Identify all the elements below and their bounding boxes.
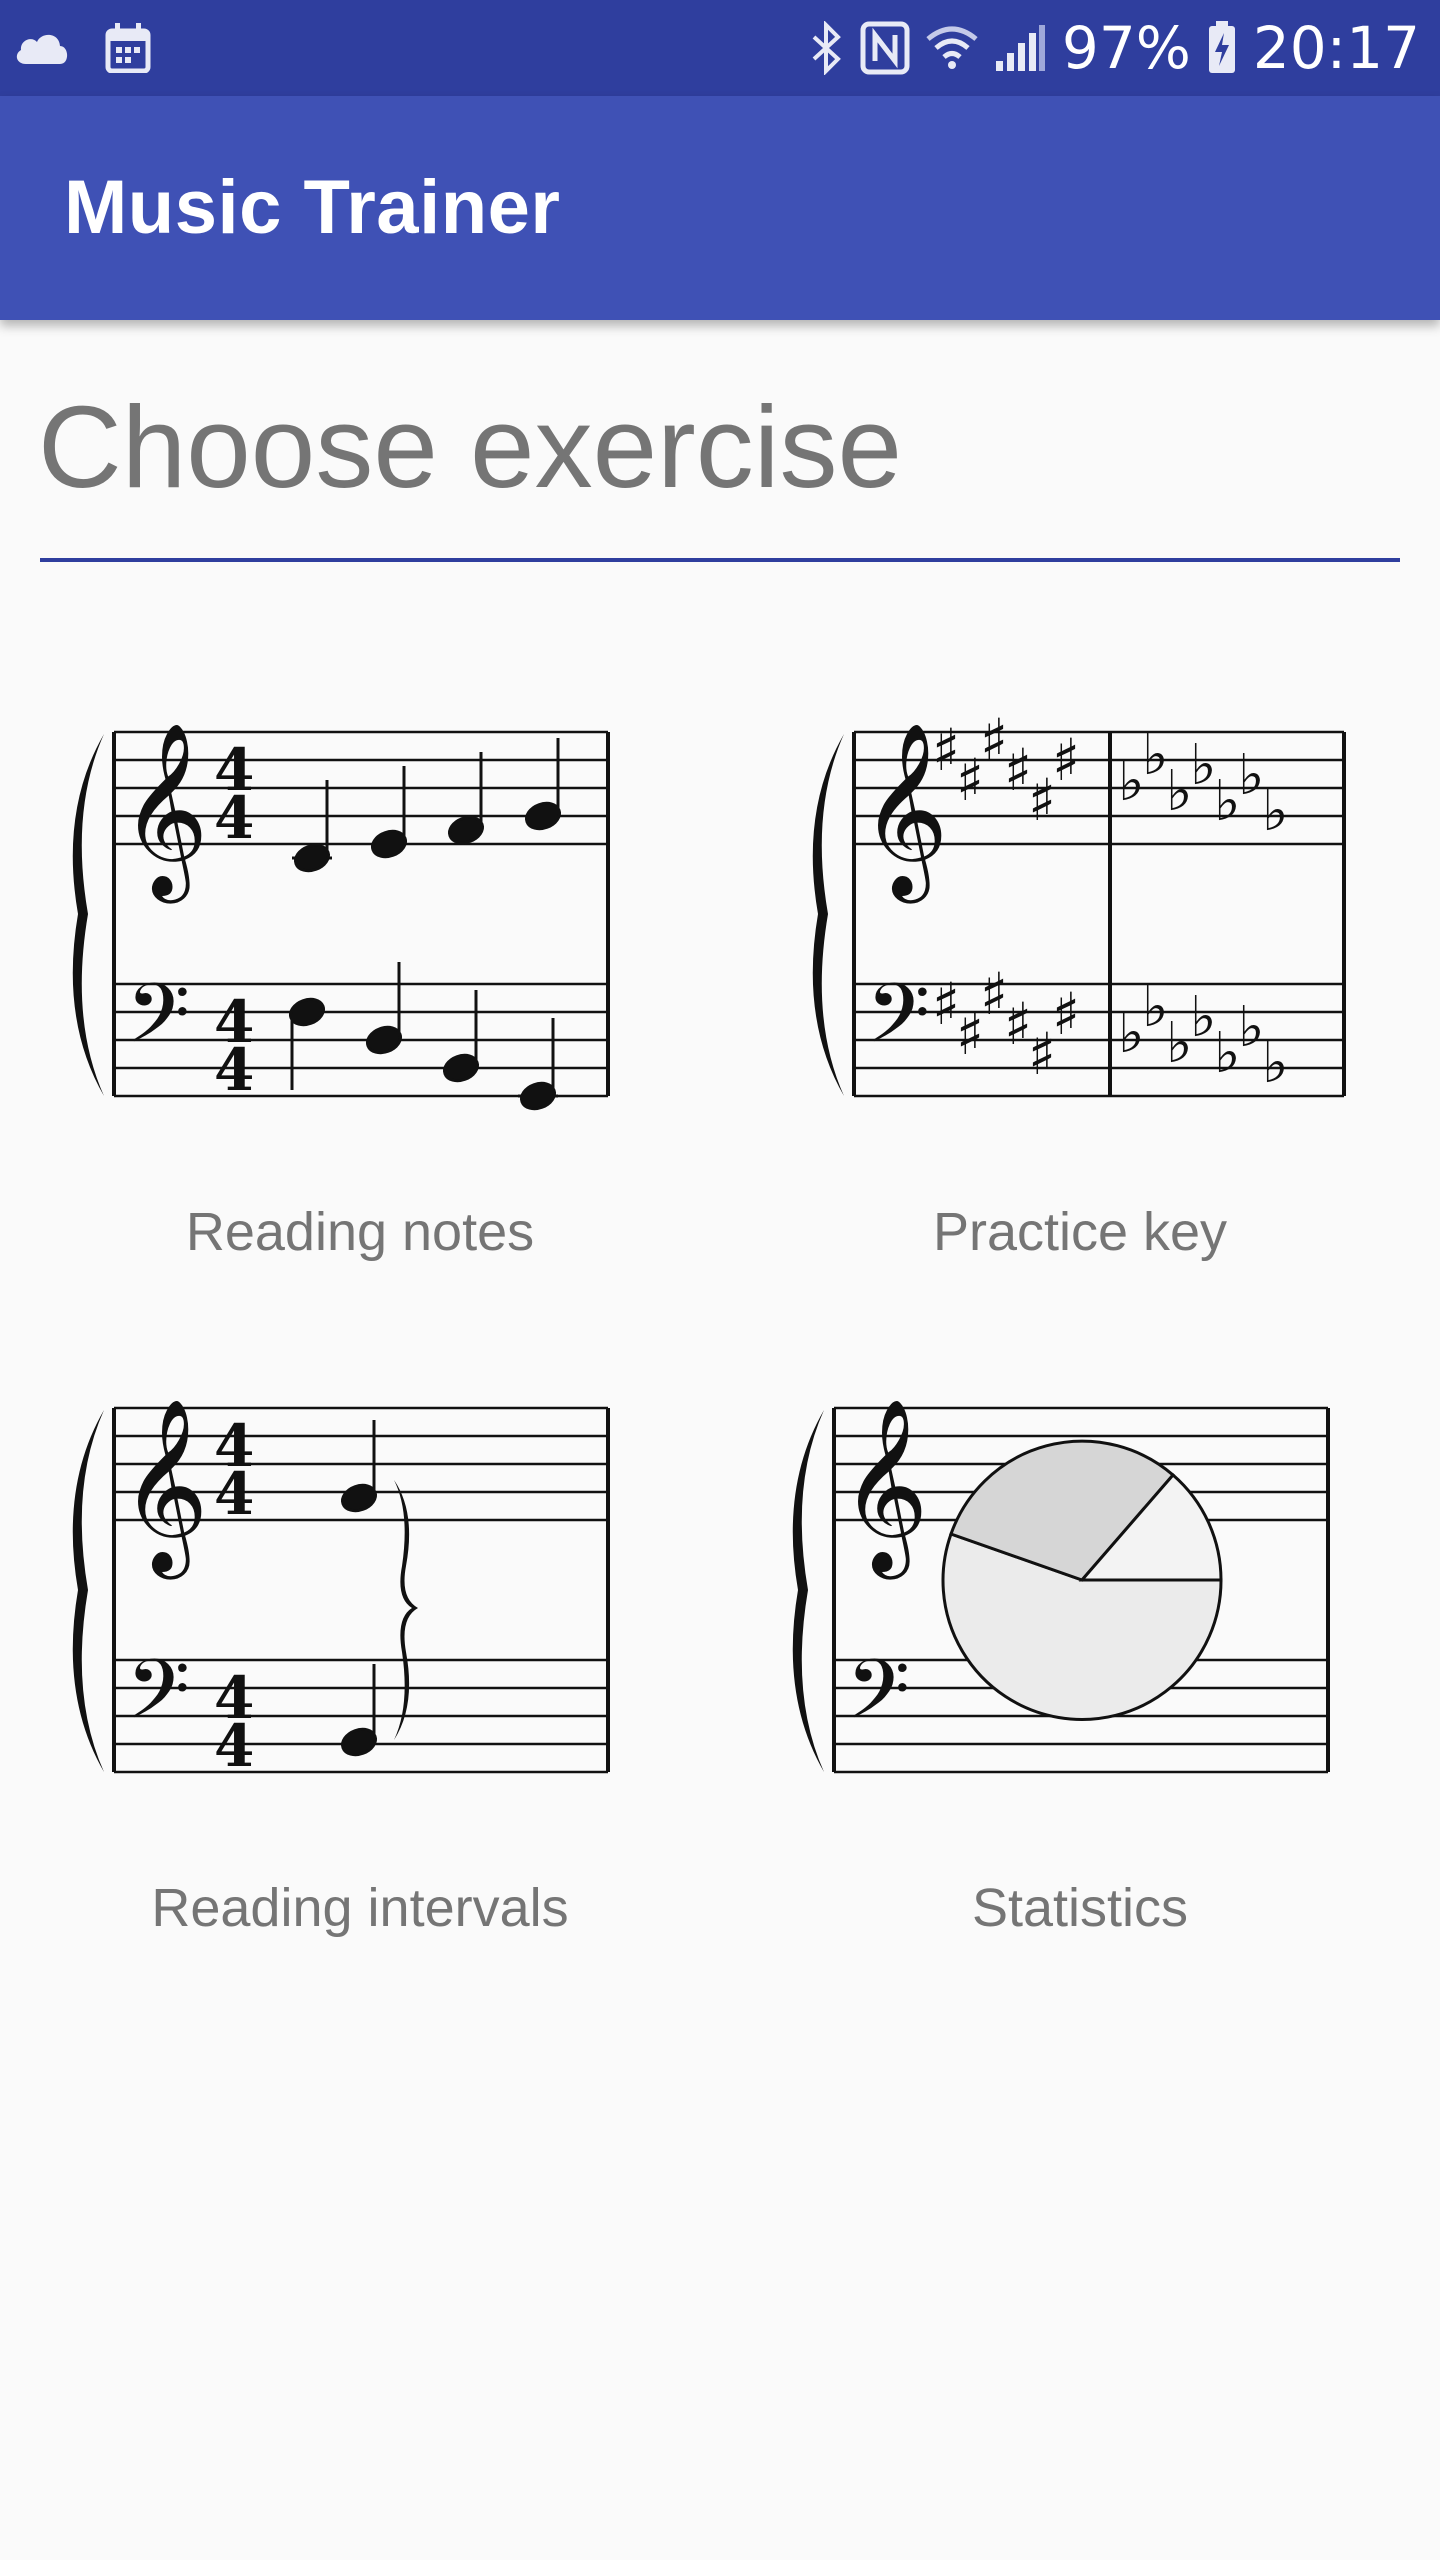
cloud-icon — [14, 30, 70, 66]
svg-text:4: 4 — [214, 1460, 254, 1528]
reading-notes-icon: 𝄞 𝄢 4 4 4 4 — [72, 722, 610, 1111]
svg-text:♭: ♭ — [1262, 779, 1288, 844]
svg-text:♭: ♭ — [1118, 1001, 1144, 1066]
status-bar: 97% 20:17 — [0, 0, 1440, 96]
status-bar-left — [14, 18, 152, 78]
exercise-reading-intervals-button[interactable]: 𝄞 𝄢 4 4 4 4 Reading intervals — [0, 1336, 720, 1976]
svg-text:𝄞: 𝄞 — [840, 1398, 929, 1580]
svg-text:4: 4 — [214, 1036, 254, 1104]
exercise-label: Statistics — [971, 1878, 1189, 1938]
svg-text:𝄢: 𝄢 — [126, 1641, 190, 1758]
svg-text:♭: ♭ — [1142, 723, 1168, 788]
svg-text:4: 4 — [214, 1712, 254, 1780]
exercise-reading-notes-button[interactable]: 𝄞 𝄢 4 4 4 4 Reading notes — [0, 660, 720, 1300]
heading-divider — [40, 558, 1400, 562]
svg-text:♭: ♭ — [1262, 1031, 1288, 1096]
svg-text:4: 4 — [214, 784, 254, 852]
svg-text:𝄢: 𝄢 — [866, 965, 930, 1082]
reading-intervals-icon: 𝄞 𝄢 4 4 4 4 — [72, 1398, 610, 1780]
battery-percent: 97% — [1061, 14, 1191, 82]
calendar-icon — [104, 23, 152, 73]
svg-text:𝄢: 𝄢 — [126, 965, 190, 1082]
svg-text:♭: ♭ — [1238, 743, 1264, 808]
svg-text:𝄞: 𝄞 — [120, 722, 209, 904]
svg-text:♭: ♭ — [1214, 1021, 1240, 1086]
signal-icon — [994, 23, 1046, 73]
exercise-label: Reading notes — [185, 1202, 535, 1262]
exercise-practice-key-button[interactable]: 𝄞 𝄢 ♯ ♯ ♯ ♯ ♯ ♯ ♯ ♯ ♯ ♯ ♯ ♯ ♭ ♭ ♭ ♭ ♭ ♭ ♭ ♭ ♭ ♭ ♭ ♭ ♭ ♭ … — [720, 660, 1440, 1300]
nfc-icon — [860, 21, 910, 75]
practice-key-icon: 𝄞 𝄢 ♯♯♯ ♯♯♯ ♯♯♯ ♯♯♯ ♭♭♭ ♭♭♭ ♭ ♭♭♭ ♭♭♭ ♭ — [812, 706, 1346, 1098]
statistics-pie-icon: 𝄞 𝄢 — [792, 1398, 1330, 1774]
status-bar-right: 97% 20:17 — [810, 14, 1420, 82]
battery-charging-icon — [1207, 21, 1237, 75]
svg-text:♭: ♭ — [1166, 759, 1192, 824]
exercise-statistics-button[interactable]: 𝄞 𝄢 Statistics — [720, 1336, 1440, 1976]
exercise-label: Reading intervals — [151, 1878, 569, 1938]
svg-text:♯: ♯ — [1052, 980, 1080, 1048]
svg-text:♭: ♭ — [1166, 1011, 1192, 1076]
bluetooth-icon — [810, 21, 844, 75]
svg-text:𝄢: 𝄢 — [846, 1641, 910, 1758]
svg-text:𝄞: 𝄞 — [120, 1398, 209, 1580]
svg-text:♯: ♯ — [1052, 726, 1080, 794]
svg-text:♭: ♭ — [1190, 733, 1216, 798]
page-heading: Choose exercise — [38, 382, 902, 512]
svg-text:♭: ♭ — [1142, 975, 1168, 1040]
clock: 20:17 — [1252, 14, 1420, 82]
svg-text:♭: ♭ — [1118, 749, 1144, 814]
app-title: Music Trainer — [64, 165, 561, 250]
wifi-icon — [926, 23, 978, 73]
svg-text:♭: ♭ — [1238, 995, 1264, 1060]
exercise-label: Practice key — [932, 1202, 1228, 1262]
svg-text:♭: ♭ — [1190, 985, 1216, 1050]
svg-text:♭: ♭ — [1214, 769, 1240, 834]
app-bar: Music Trainer — [0, 96, 1440, 320]
